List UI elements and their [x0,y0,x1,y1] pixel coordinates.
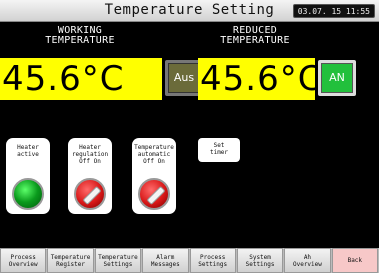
title-bar: Temperature Setting 03.07. 15 11:55 [0,0,379,22]
heater-active-panel: Heater active [6,138,50,214]
working-heading-line2: TEMPERATURE [45,35,115,46]
temperature-automatic-panel: Temperature automatic Off On [132,138,176,214]
heater-active-indicator-lamp [12,178,44,210]
temperature-automatic-label: Temperature automatic Off On [134,144,174,165]
clock-display: 03.07. 15 11:55 [292,4,375,18]
nav-ah-overview-button[interactable]: Ah Overview [284,248,331,273]
nav-alarm-messages-button[interactable]: Alarm Messages [142,248,189,273]
reduced-temperature-toggle-button[interactable]: AN [318,60,356,96]
working-temperature-value[interactable]: 45.6°C [0,58,162,100]
heater-regulation-panel: Heater regulation Off On [68,138,112,214]
temperature-automatic-switch[interactable] [138,178,170,210]
working-temperature-heading: WORKING TEMPERATURE [20,26,140,46]
nav-temperature-settings-button[interactable]: Temperature Settings [94,248,142,273]
back-button[interactable]: Back [331,248,378,273]
nav-process-settings-button[interactable]: Process Settings [189,248,236,273]
set-timer-button[interactable]: Set timer [198,138,240,162]
nav-system-settings-button[interactable]: System Settings [236,248,284,273]
reduced-heading-line2: TEMPERATURE [220,35,290,46]
reduced-temperature-value[interactable]: 45.6°C [198,58,321,100]
nav-process-overview-button[interactable]: Process Overview [0,248,47,273]
heater-active-label: Heater active [17,144,39,158]
heater-regulation-switch[interactable] [74,178,106,210]
footer-navigation: Process Overview Temperature Register Te… [0,248,379,273]
heater-regulation-label: Heater regulation Off On [71,144,109,165]
nav-temperature-register-button[interactable]: Temperature Register [47,248,94,273]
reduced-temperature-heading: REDUCED TEMPERATURE [195,26,315,46]
